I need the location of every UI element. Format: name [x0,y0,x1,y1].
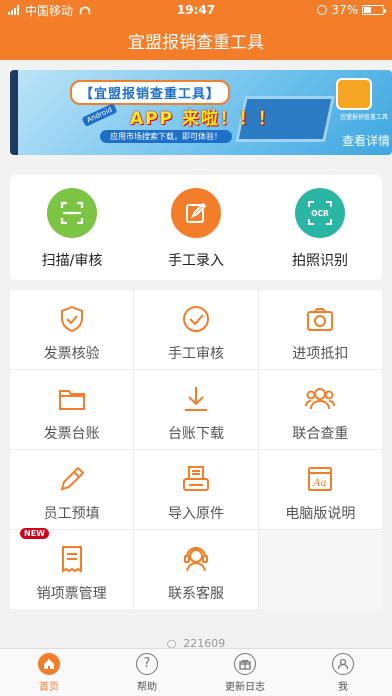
shield-check-icon [60,305,83,333]
banner-app-caption: 宜盟报销查重工具 [339,114,388,121]
feature-grid: 发票核验 手工审核 进项抵扣 发票台账 台账下载 联合查重 员工预填 导入原件 … [10,290,382,609]
new-badge: NEW [20,528,49,539]
download-icon [184,387,207,411]
feature-label: 发票台账 [43,426,100,442]
signal-icon [8,5,19,15]
gift-icon [234,652,256,675]
banner-platform-tag: Android [81,103,118,127]
feature-label: 导入原件 [167,506,224,522]
feature-label: 台账下载 [167,426,224,442]
carrier-label: 中国移动 [25,3,74,18]
users-icon [305,388,336,410]
feature-input-deduction[interactable]: 进项抵扣 [258,290,382,369]
page-title: 宜盟报销查重工具 [128,32,264,53]
status-bar: 中国移动 19:47 37% [0,0,392,20]
check-circle-icon [182,306,209,332]
battery-icon [362,5,386,15]
banner-edge [10,70,18,155]
quick-action-label: 拍照识别 [292,253,348,269]
feature-label: 电脑版说明 [285,506,356,522]
quick-action-manual-entry[interactable]: 手工录入 [134,175,258,280]
folder-icon [58,390,85,410]
printer-icon [182,466,209,491]
help-icon: ? [136,652,158,675]
feature-label: 销项票管理 [36,586,107,602]
quick-action-scan[interactable]: 扫描/审核 [10,175,134,280]
feature-ledger-download[interactable]: 台账下载 [134,370,258,449]
banner-headline: 【宜盟报销查重工具】 [70,80,231,105]
ocr-icon: OCR [295,188,345,238]
tab-label: 更新日志 [225,681,265,693]
headset-icon [183,547,208,572]
user-icon [332,652,354,675]
feature-import-original[interactable]: 导入原件 [134,450,258,529]
tab-home[interactable]: 首页 [0,649,98,696]
scan-icon [47,188,97,238]
tab-label: 我 [338,681,348,693]
feature-label: 进项抵扣 [292,346,349,362]
quick-action-ocr[interactable]: OCR 拍照识别 [258,175,382,280]
camera-icon [307,308,334,331]
tab-changelog[interactable]: 更新日志 [196,649,294,696]
quick-actions-card: 扫描/审核 手工录入 OCR 拍照识别 [10,175,382,280]
app-logo-icon [336,78,372,110]
feature-invoice-verify[interactable]: 发票核验 [10,290,134,369]
edit-icon [171,188,221,238]
feature-label: 联合查重 [292,426,349,442]
promo-banner[interactable]: 【宜盟报销查重工具】 Android APP 来啦！！！ 应用市场搜索下载，即可… [10,70,392,155]
feature-label: 员工预填 [43,506,100,522]
svg-text:Aa: Aa [313,478,327,489]
banner-more-link[interactable]: 查看详情 [342,132,390,149]
feature-employee-prefill[interactable]: 员工预填 [10,450,134,529]
quick-action-label: 手工录入 [168,253,224,269]
home-icon [38,652,60,675]
banner-subtext: 应用市场搜索下载，即可体验！ [100,130,232,143]
grid-empty-cell [258,530,382,609]
tab-help[interactable]: ? 帮助 [98,649,196,696]
tab-label: 帮助 [137,681,157,693]
feature-pc-guide[interactable]: Aa 电脑版说明 [258,450,382,529]
feature-manual-review[interactable]: 手工审核 [134,290,258,369]
feature-label: 手工审核 [167,346,224,362]
feature-label: 发票核验 [43,346,100,362]
svg-text:OCR: OCR [311,209,329,218]
tab-bar: 首页 ? 帮助 更新日志 我 [0,648,392,696]
alarm-icon [317,5,328,15]
receipt-icon [61,546,82,573]
tab-me[interactable]: 我 [294,649,392,696]
nav-bar: 宜盟报销查重工具 [0,20,392,60]
feature-joint-check[interactable]: 联合查重 [258,370,382,449]
feature-invoice-ledger[interactable]: 发票台账 [10,370,134,449]
wifi-icon [79,5,91,15]
feature-label: 联系客服 [167,586,224,602]
tab-label: 首页 [39,681,59,693]
feature-customer-service[interactable]: 联系客服 [134,530,258,609]
quick-action-label: 扫描/审核 [41,253,103,269]
feature-sales-invoice[interactable]: NEW 销项票管理 [10,528,134,609]
pencil-icon [60,466,85,491]
font-doc-icon: Aa [308,467,333,491]
banner-slogan: APP 来啦！！！ [130,109,277,129]
battery-percent: 37% [331,3,358,17]
